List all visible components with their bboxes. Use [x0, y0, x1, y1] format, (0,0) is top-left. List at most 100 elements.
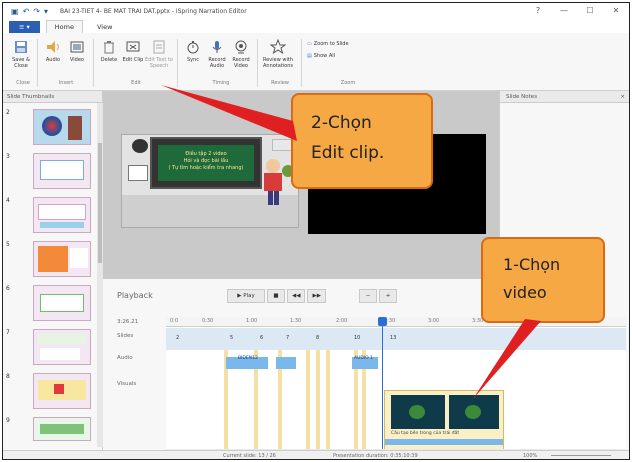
slide-thumbnail[interactable] — [33, 197, 91, 233]
help-button[interactable]: ? — [525, 3, 551, 19]
playhead[interactable] — [382, 317, 383, 451]
audio-button[interactable]: Audio — [41, 39, 65, 63]
video-button[interactable]: Video — [65, 39, 89, 63]
group-close-label: Close — [16, 80, 30, 86]
ribbon: Save & Close Audio Video Delete Edit Cli… — [3, 33, 629, 91]
save-close-button[interactable]: Save & Close — [9, 39, 33, 69]
edit-text-to-speech-button[interactable]: Edit Text to Speech — [145, 39, 173, 69]
ruler-tick: 1:00 — [246, 318, 258, 324]
slide-marker[interactable]: 6 — [260, 335, 263, 341]
track-label-audio: Audio — [117, 355, 133, 361]
separator — [257, 39, 258, 87]
panel-header: Slide Thumbnails — [3, 91, 102, 103]
thumbnail-item[interactable]: 5 — [3, 239, 99, 283]
slide-board: Điều tập 2 video Hỏi và đọc bài lầu ( Tự… — [150, 137, 262, 189]
slide-thumbnail[interactable] — [33, 373, 91, 409]
slide-thumbnail[interactable] — [33, 153, 91, 189]
record-audio-button[interactable]: Record Audio — [205, 39, 229, 69]
zoom-to-slide-button[interactable]: ▭ Zoom to Slide — [307, 41, 349, 47]
playhead-handle[interactable] — [378, 317, 387, 326]
slide-marker[interactable]: 2 — [176, 335, 179, 341]
ruler-tick: 3:00 — [428, 318, 440, 324]
sync-button[interactable]: Sync — [181, 39, 205, 63]
maximize-button[interactable]: ☐ — [577, 3, 603, 19]
tab-file[interactable]: ≡ ▾ — [9, 21, 40, 33]
previous-button[interactable]: ◀◀ — [287, 289, 306, 303]
thumbnail-item[interactable]: 4 — [3, 195, 99, 239]
slide-thumbnail[interactable] — [33, 109, 91, 145]
stop-button[interactable]: ■ — [267, 289, 285, 303]
notes-header: Slide Notes × — [500, 91, 629, 103]
document-icon — [153, 40, 165, 54]
speaker-icon — [47, 41, 59, 53]
group-insert-label: Insert — [58, 80, 74, 86]
ruler-tick: 0:30 — [202, 318, 214, 324]
video-frame — [391, 395, 445, 429]
video-clip[interactable]: Cấu tạo bên trong của trái đất — [384, 390, 504, 450]
video-audio-waveform — [385, 439, 503, 445]
close-icon[interactable]: × — [620, 91, 625, 103]
app-window: ▣ ↶ ↷ ▾ BAI 23-TIET 4- BE MAT TRAI DAT.p… — [2, 2, 630, 460]
current-slide-status: Current slide: 13 / 26 — [223, 453, 276, 459]
video-frame — [449, 395, 499, 429]
slide-marker[interactable]: 7 — [286, 335, 289, 341]
slide-marker[interactable]: 10 — [354, 335, 360, 341]
slide-thumbnail[interactable] — [33, 329, 91, 365]
save-close-icon — [15, 41, 27, 53]
slide-thumbnail[interactable] — [33, 417, 91, 441]
trash-icon — [104, 41, 114, 54]
timeline-tracks[interactable]: 0:0 0:30 1:00 1:30 2:00 2:30 3:00 3:30 2… — [166, 317, 626, 451]
character-body — [264, 173, 282, 191]
thumbnail-item[interactable]: 8 — [3, 371, 99, 415]
ruler-tick: 1:30 — [290, 318, 302, 324]
close-button[interactable]: ✕ — [603, 3, 629, 19]
record-video-button[interactable]: Record Video — [229, 39, 253, 69]
audio-clip[interactable]: AUDIO 1 — [352, 356, 378, 369]
minimize-button[interactable]: — — [551, 3, 577, 19]
show-all-button[interactable]: ▤ Show All — [307, 53, 335, 59]
app-icon: ▣ — [11, 6, 19, 16]
zoom-slide-icon: ▭ — [307, 41, 312, 47]
customize-icon[interactable]: ▾ — [44, 7, 48, 16]
zoom-in-button[interactable]: + — [379, 289, 397, 303]
tab-view[interactable]: View — [89, 21, 120, 33]
scrollbar-thumb[interactable] — [98, 143, 102, 263]
separator — [93, 39, 94, 87]
thumbnail-item[interactable]: 3 — [3, 151, 99, 195]
zoom-out-button[interactable]: − — [359, 289, 377, 303]
slide-text-line-2: Hỏi và đọc bài lầu — [183, 158, 229, 164]
zoom-slider[interactable] — [551, 455, 611, 456]
ribbon-tabs: ≡ ▾ Home View — [3, 19, 629, 33]
thumbnail-item[interactable]: 6 — [3, 283, 99, 327]
undo-icon[interactable]: ↶ — [23, 7, 30, 16]
edit-clip-button[interactable]: Edit Clip — [121, 39, 145, 63]
slide-thumbnail[interactable] — [33, 241, 91, 277]
audio-clip[interactable] — [276, 357, 296, 369]
slide-thumbnail[interactable] — [33, 285, 91, 321]
review-annotations-button[interactable]: Review with Annotations — [261, 39, 295, 69]
slide-marker[interactable]: 13 — [390, 335, 396, 341]
slide-marker[interactable]: 5 — [230, 335, 233, 341]
tab-home[interactable]: Home — [45, 20, 83, 33]
callout-edit-clip: 2-Chọn Edit clip. — [291, 93, 433, 189]
slide-marker[interactable]: 8 — [316, 335, 319, 341]
ruler-tick: 2:00 — [336, 318, 348, 324]
track-label-slides: Slides — [117, 333, 134, 339]
delete-button[interactable]: Delete — [97, 39, 121, 63]
stopwatch-icon — [187, 41, 199, 54]
separator — [301, 39, 302, 87]
next-button[interactable]: ▶▶ — [307, 289, 326, 303]
zoom-controls: − + — [359, 289, 397, 303]
slides-track[interactable]: 2 5 6 7 8 10 13 — [166, 328, 626, 350]
thumbnail-item[interactable]: 7 — [3, 327, 99, 371]
group-edit-label: Edit — [131, 80, 141, 86]
audio-clip[interactable]: BIDEN12 — [226, 356, 268, 369]
status-bar: Current slide: 13 / 26 Presentation dura… — [3, 450, 629, 459]
slide-thumbnails-panel: Slide Thumbnails 2 3 4 5 6 7 8 9 — [3, 91, 103, 459]
play-button[interactable]: ▶ Play — [227, 289, 265, 303]
thumbnail-item[interactable]: 2 — [3, 107, 99, 151]
slide-preview: Điều tập 2 video Hỏi và đọc bài lầu ( Tự… — [121, 134, 299, 228]
webcam-icon — [235, 40, 247, 54]
redo-icon[interactable]: ↷ — [33, 7, 40, 16]
show-all-icon: ▤ — [307, 53, 312, 59]
